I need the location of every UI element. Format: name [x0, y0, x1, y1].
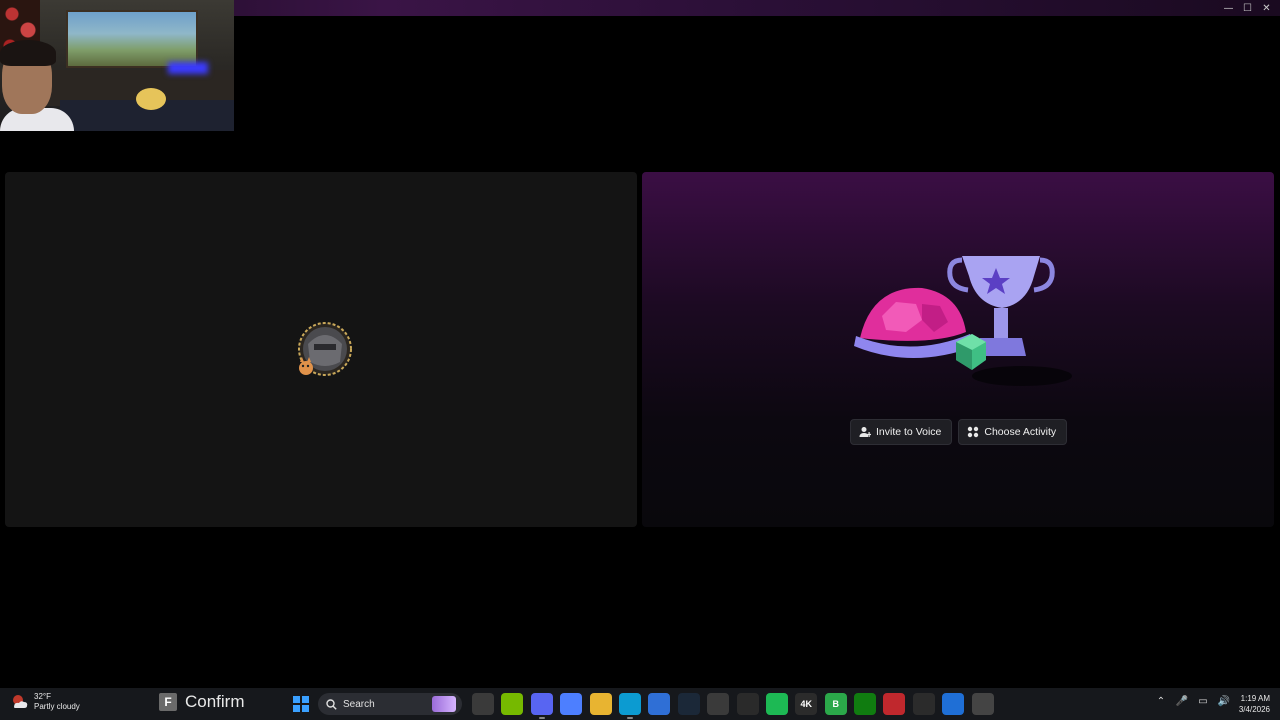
weather-temp: 32°F: [34, 692, 51, 701]
microphone-icon[interactable]: 🎤: [1175, 696, 1189, 707]
search-highlight-icon: [432, 696, 456, 712]
4k-icon[interactable]: 4K: [795, 693, 818, 715]
network-icon[interactable]: ▭: [1196, 696, 1210, 707]
search-icon: [326, 698, 337, 710]
steam-icon[interactable]: [677, 693, 700, 715]
choose-activity-button[interactable]: Choose Activity: [958, 419, 1068, 445]
taskbar-search[interactable]: Search: [318, 693, 462, 715]
activity-panel: Invite to Voice Choose Activity: [642, 172, 1274, 527]
edge-icon[interactable]: [618, 693, 641, 719]
webcam-led-light: [168, 62, 208, 74]
clock-date: 3/4/2026: [1238, 705, 1270, 714]
spotify-icon[interactable]: [765, 693, 788, 715]
activity-illustration: [854, 256, 1072, 386]
b-app-icon[interactable]: B: [824, 693, 847, 715]
weather-widget[interactable]: 32°F Partly cloudy: [10, 692, 80, 712]
windows-logo-icon: [293, 696, 300, 703]
activity-grid-icon: [968, 426, 979, 438]
file-manager-icon[interactable]: [472, 693, 494, 715]
avatar-icon: [298, 322, 352, 376]
webcam-poster: [66, 10, 198, 68]
volume-icon[interactable]: 🔊: [1217, 696, 1231, 707]
weather-condition: Partly cloudy: [34, 702, 80, 711]
paypal-icon[interactable]: [912, 693, 935, 715]
pinned-apps: 4K B: [472, 693, 994, 719]
user-avatar[interactable]: [294, 322, 354, 382]
activity-actions: Invite to Voice Choose Activity: [850, 419, 1068, 445]
app-window-icon: F: [159, 693, 177, 711]
store-icon[interactable]: [648, 693, 671, 715]
nvidia-icon[interactable]: [501, 693, 524, 715]
discord-icon[interactable]: [530, 693, 553, 719]
window-controls: — ☐ ✕: [1219, 0, 1276, 16]
webcam-plush: [136, 88, 166, 110]
steelseries-icon[interactable]: [736, 693, 759, 715]
search-placeholder: Search: [343, 698, 375, 710]
pet-icon[interactable]: [971, 693, 994, 715]
taskbar-clock[interactable]: 1:19 AM 3/4/2026: [1239, 693, 1270, 715]
voice-user-tile[interactable]: [5, 172, 637, 527]
webcam-person-hair: [0, 40, 56, 66]
invite-to-voice-label: Invite to Voice: [876, 426, 942, 438]
folder-icon[interactable]: [589, 693, 612, 715]
app-window-title: Confirm: [185, 692, 245, 711]
close-button[interactable]: ✕: [1257, 0, 1276, 16]
xbox-icon[interactable]: [854, 693, 877, 715]
clock-time: 1:19 AM: [1240, 694, 1270, 703]
game-icon[interactable]: [883, 693, 906, 715]
user-plus-icon: [859, 427, 871, 437]
webcam-overlay: [0, 0, 234, 131]
windows-start-button[interactable]: [293, 696, 309, 712]
tray-chevron-icon[interactable]: ⌃: [1154, 696, 1168, 707]
minimize-button[interactable]: —: [1219, 0, 1238, 16]
windows-taskbar: 32°F Partly cloudy F Confirm Search 4K B …: [0, 688, 1280, 720]
invite-to-voice-button[interactable]: Invite to Voice: [850, 419, 953, 445]
copilot-icon[interactable]: [560, 693, 583, 715]
window-icon[interactable]: [942, 693, 965, 715]
choose-activity-label: Choose Activity: [984, 426, 1057, 438]
record-icon[interactable]: [707, 693, 730, 715]
maximize-button[interactable]: ☐: [1238, 0, 1257, 16]
system-tray: ⌃ 🎤 ▭ 🔊: [1154, 696, 1231, 707]
taskbar-app-window[interactable]: F Confirm: [159, 692, 245, 712]
partly-cloudy-icon: [10, 692, 30, 712]
